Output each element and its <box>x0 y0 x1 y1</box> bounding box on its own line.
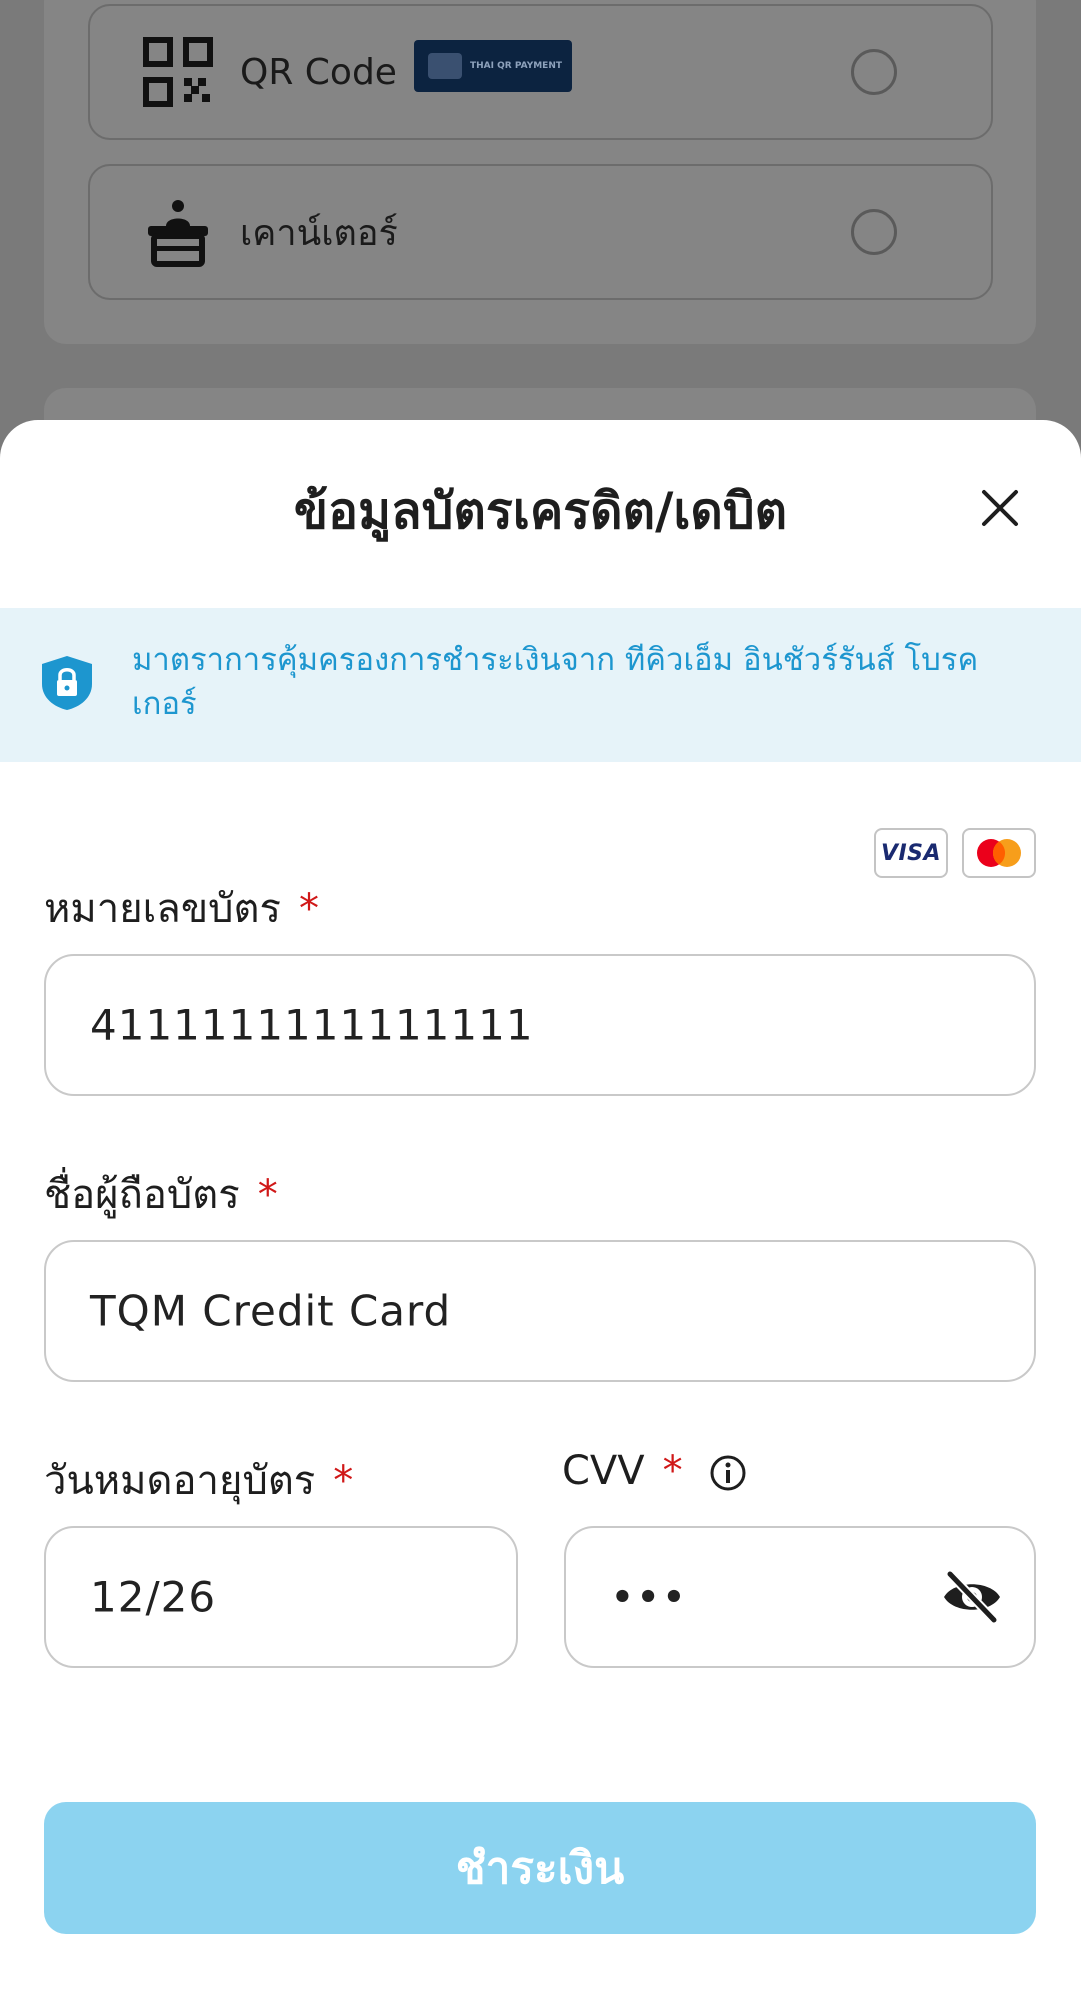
sheet-title: ข้อมูลบัตรเครดิต/เดบิต <box>293 482 788 540</box>
cvv-input[interactable]: ••• <box>564 1526 1036 1668</box>
expiry-input[interactable]: 12/26 <box>44 1526 518 1668</box>
thai-qr-logo-icon <box>428 53 462 79</box>
counter-icon <box>148 200 208 267</box>
thai-qr-badge-text: THAI QR PAYMENT <box>470 61 562 71</box>
lock-shield-icon <box>42 656 92 710</box>
thai-qr-payment-logo: THAI QR PAYMENT <box>414 40 572 92</box>
notice-text: มาตราการคุ้มครองการชำระเงินจาก ทีคิวเอ็ม… <box>132 642 979 722</box>
protection-notice: มาตราการคุ้มครองการชำระเงินจาก ทีคิวเอ็ม… <box>0 608 1081 762</box>
required-mark: * <box>257 1172 278 1218</box>
card-holder-input[interactable]: TQM Credit Card <box>44 1240 1036 1382</box>
radio-qr-code[interactable] <box>851 49 897 95</box>
card-number-input[interactable]: 4111111111111111 <box>44 954 1036 1096</box>
pay-button[interactable]: ชำระเงิน <box>44 1802 1036 1934</box>
accepted-cards: VISA <box>874 828 1036 878</box>
eye-off-icon[interactable] <box>940 1570 1004 1624</box>
card-details-sheet: ข้อมูลบัตรเครดิต/เดบิต มาตราการคุ้มครองก… <box>0 420 1081 1999</box>
cvv-label: CVV * <box>562 1448 747 1494</box>
required-mark: * <box>299 886 320 932</box>
payment-option-label: QR Code <box>240 51 397 93</box>
card-holder-label: ชื่อผู้ถือบัตร * <box>44 1162 278 1226</box>
required-mark: * <box>662 1448 683 1494</box>
qr-code-icon <box>143 37 213 107</box>
cvv-label-text: CVV <box>562 1448 645 1494</box>
payment-option-counter[interactable]: เคาน์เตอร์ <box>88 164 993 300</box>
expiry-value: 12/26 <box>90 1572 217 1622</box>
card-holder-label-text: ชื่อผู้ถือบัตร <box>44 1172 240 1218</box>
close-icon <box>982 490 1018 526</box>
mastercard-icon <box>977 839 1021 867</box>
card-number-label: หมายเลขบัตร * <box>44 876 319 940</box>
payment-option-label: เคาน์เตอร์ <box>240 212 398 254</box>
visa-logo-text: VISA <box>880 840 942 866</box>
payment-option-qr[interactable]: QR Code THAI QR PAYMENT <box>88 4 993 140</box>
cvv-value: ••• <box>610 1572 688 1622</box>
card-holder-value: TQM Credit Card <box>90 1286 452 1336</box>
expiry-label: วันหมดอายุบัตร * <box>44 1448 353 1512</box>
card-number-label-text: หมายเลขบัตร <box>44 886 282 932</box>
visa-logo: VISA <box>874 828 948 878</box>
mastercard-logo <box>962 828 1036 878</box>
close-button[interactable] <box>968 476 1032 540</box>
required-mark: * <box>333 1458 354 1504</box>
radio-counter[interactable] <box>851 209 897 255</box>
expiry-label-text: วันหมดอายุบัตร <box>44 1458 316 1504</box>
card-number-value: 4111111111111111 <box>90 1000 534 1050</box>
info-icon[interactable] <box>709 1454 747 1492</box>
